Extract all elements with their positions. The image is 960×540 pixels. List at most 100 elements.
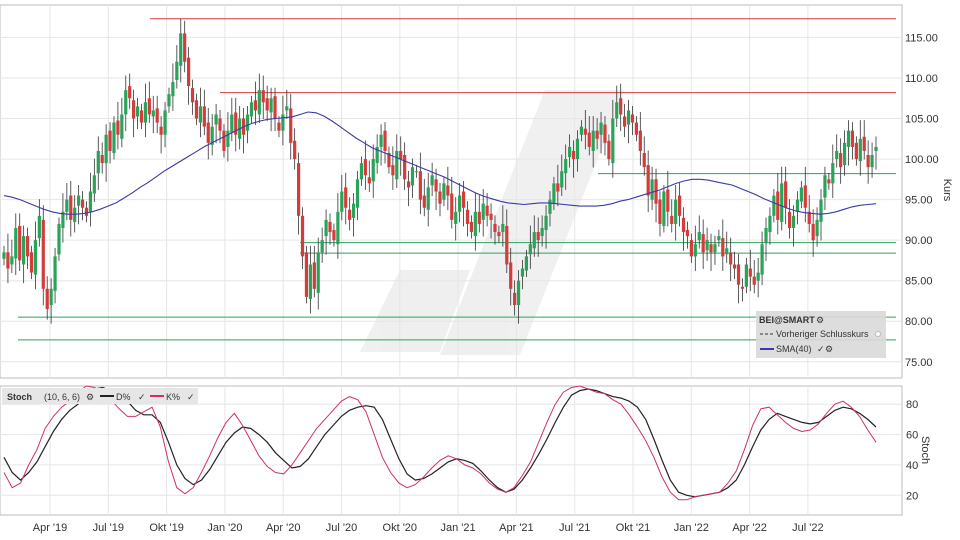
candle-body [811, 223, 815, 241]
candle-body [587, 132, 591, 147]
candle-body [850, 130, 855, 147]
y-tick-label: 80.00 [905, 316, 933, 328]
candle-body [104, 134, 108, 164]
candle-body [175, 61, 179, 81]
candle-body [560, 171, 564, 188]
candle-body [842, 142, 847, 166]
checkmark-icon[interactable]: ✓ [817, 344, 825, 354]
candle-body [359, 163, 364, 180]
candle-body [49, 288, 53, 306]
candle-body [756, 272, 760, 281]
candle-body [564, 159, 568, 174]
gear-icon[interactable]: ⚙ [825, 344, 833, 354]
candle-body [513, 292, 517, 306]
candle-body [344, 187, 348, 208]
candle-body [53, 256, 57, 291]
checkmark-icon[interactable]: ✓ [138, 392, 146, 402]
candle-body [658, 199, 662, 224]
candle-body [528, 244, 532, 255]
candle-body [509, 262, 513, 289]
gear-icon[interactable]: ⚙ [86, 392, 94, 402]
candle-body [406, 181, 411, 188]
gear-icon[interactable]: ⚙ [816, 315, 824, 325]
candle-body [799, 187, 803, 202]
candle-body [269, 98, 273, 113]
candle-body [599, 122, 603, 135]
candle-body [854, 142, 858, 160]
candle-body [662, 191, 666, 226]
x-tick-label: Jul '22 [792, 522, 823, 534]
candle-body [732, 264, 737, 269]
candle-body [477, 211, 481, 224]
candle-body [395, 150, 399, 180]
stoch-y-tick-label: 80 [906, 399, 918, 411]
candle-body [646, 165, 650, 196]
legend-item-sma: SMA(40) [776, 344, 812, 354]
candle-body [147, 98, 151, 115]
candle-body [548, 199, 552, 214]
candle-body [414, 171, 419, 173]
candle-body [88, 191, 93, 212]
candle-body [293, 140, 297, 160]
candle-body [866, 155, 870, 168]
candle-body [434, 179, 438, 192]
candle-body [831, 163, 835, 184]
candle-body [69, 195, 73, 220]
candle-body [37, 215, 41, 239]
candle-body [693, 244, 697, 257]
candle-body [340, 191, 344, 212]
candle-body [206, 122, 210, 143]
candle-body [418, 171, 422, 200]
x-tick-label: Apr '19 [33, 522, 68, 534]
candle-body [363, 159, 367, 176]
candle-body [591, 130, 595, 151]
candle-body [874, 146, 878, 151]
candle-body [791, 215, 796, 228]
candle-body [787, 211, 792, 228]
candle-body [422, 195, 426, 208]
candle-body [84, 207, 89, 216]
candle-body [752, 276, 756, 285]
stoch-y-tick-label: 60 [906, 430, 918, 442]
candle-body [92, 175, 96, 194]
candle-body [473, 211, 477, 237]
candle-body [383, 130, 387, 151]
candle-body [544, 215, 548, 231]
candle-body [571, 150, 576, 160]
candle-body [159, 126, 163, 135]
candle-body [316, 252, 320, 293]
x-tick-label: Jan '20 [207, 522, 242, 534]
candle-body [163, 110, 167, 135]
candle-body [458, 195, 462, 212]
y-tick-label: 90.00 [905, 235, 933, 247]
candle-body [815, 219, 819, 237]
candle-body [410, 167, 415, 186]
stoch-y-axis-label: Stoch [919, 436, 931, 464]
y-tick-label: 75.00 [905, 357, 933, 369]
candle-body [33, 240, 38, 275]
candle-body [403, 155, 407, 180]
candle-body [768, 215, 772, 233]
legend: BEI@SMART ⚙ Vorheriger Schlusskurs SMA(4… [756, 311, 886, 358]
candle-body [328, 221, 332, 233]
candle-body [332, 230, 336, 241]
candle-body [22, 236, 26, 265]
stoch-legend-title: Stoch [7, 392, 32, 402]
candle-body [870, 155, 874, 168]
stoch-y-tick-label: 40 [906, 460, 918, 472]
candle-body [846, 130, 851, 147]
y-tick-label: 95.00 [905, 195, 933, 207]
candle-body [80, 199, 85, 208]
candle-body [685, 230, 690, 237]
candle-body [190, 88, 195, 103]
candle-body [858, 138, 862, 162]
candle-body [198, 106, 202, 123]
candle-body [179, 33, 183, 66]
candle-body [501, 223, 505, 233]
x-tick-label: Jan '22 [674, 522, 709, 534]
candle-body [748, 268, 752, 277]
visibility-toggle-icon[interactable] [875, 331, 881, 337]
candle-body [674, 199, 678, 224]
checkmark-icon[interactable]: ✓ [187, 392, 195, 402]
y-tick-label: 105.00 [905, 114, 939, 126]
